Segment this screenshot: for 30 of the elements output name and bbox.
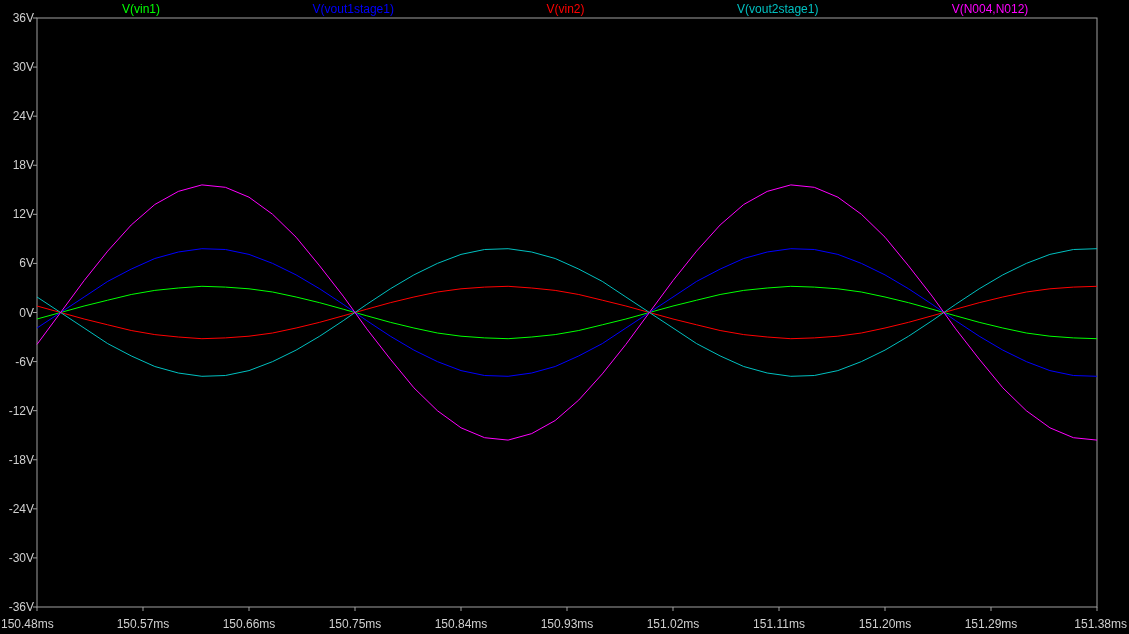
x-tick-label: 150.93ms bbox=[540, 617, 594, 631]
y-tick-label: 30V bbox=[12, 60, 34, 75]
y-tick-label: 6V bbox=[19, 256, 34, 271]
line-series bbox=[36, 285, 1098, 340]
x-tick-label: 150.57ms bbox=[116, 617, 170, 631]
x-tick-label: 151.20ms bbox=[858, 617, 912, 631]
y-tick-label: -30V bbox=[8, 550, 34, 565]
x-tick-label: 151.29ms bbox=[964, 617, 1018, 631]
y-tick-label: 12V bbox=[12, 207, 34, 222]
y-tick-label: -12V bbox=[8, 403, 34, 418]
x-tick-label: 150.48ms bbox=[1, 617, 54, 631]
y-tick-label: -24V bbox=[8, 501, 34, 516]
y-tick-label: -36V bbox=[8, 600, 34, 614]
y-tick-label: 24V bbox=[12, 109, 34, 124]
y-tick-label: 36V bbox=[12, 11, 34, 25]
x-tick-label: 151.02ms bbox=[646, 617, 700, 631]
trace-label[interactable]: V(vin2) bbox=[546, 2, 585, 16]
x-tick-label: 150.84ms bbox=[434, 617, 488, 631]
trace-label[interactable]: V(N004,N012) bbox=[951, 2, 1029, 16]
y-tick-label: -18V bbox=[8, 452, 34, 467]
trace-label[interactable]: V(vout2stage1) bbox=[737, 2, 819, 16]
x-tick-label: 150.66ms bbox=[222, 617, 276, 631]
line-series bbox=[36, 248, 1098, 377]
x-tick-label: 150.75ms bbox=[328, 617, 382, 631]
y-tick-label: -6V bbox=[15, 354, 34, 369]
x-tick-label: 151.11ms bbox=[753, 617, 805, 631]
y-tick-label: 18V bbox=[12, 158, 34, 173]
x-tick-label: 151.38ms bbox=[1074, 617, 1127, 631]
y-tick-label: 0V bbox=[19, 305, 34, 320]
trace-label[interactable]: V(vin1) bbox=[122, 2, 160, 16]
